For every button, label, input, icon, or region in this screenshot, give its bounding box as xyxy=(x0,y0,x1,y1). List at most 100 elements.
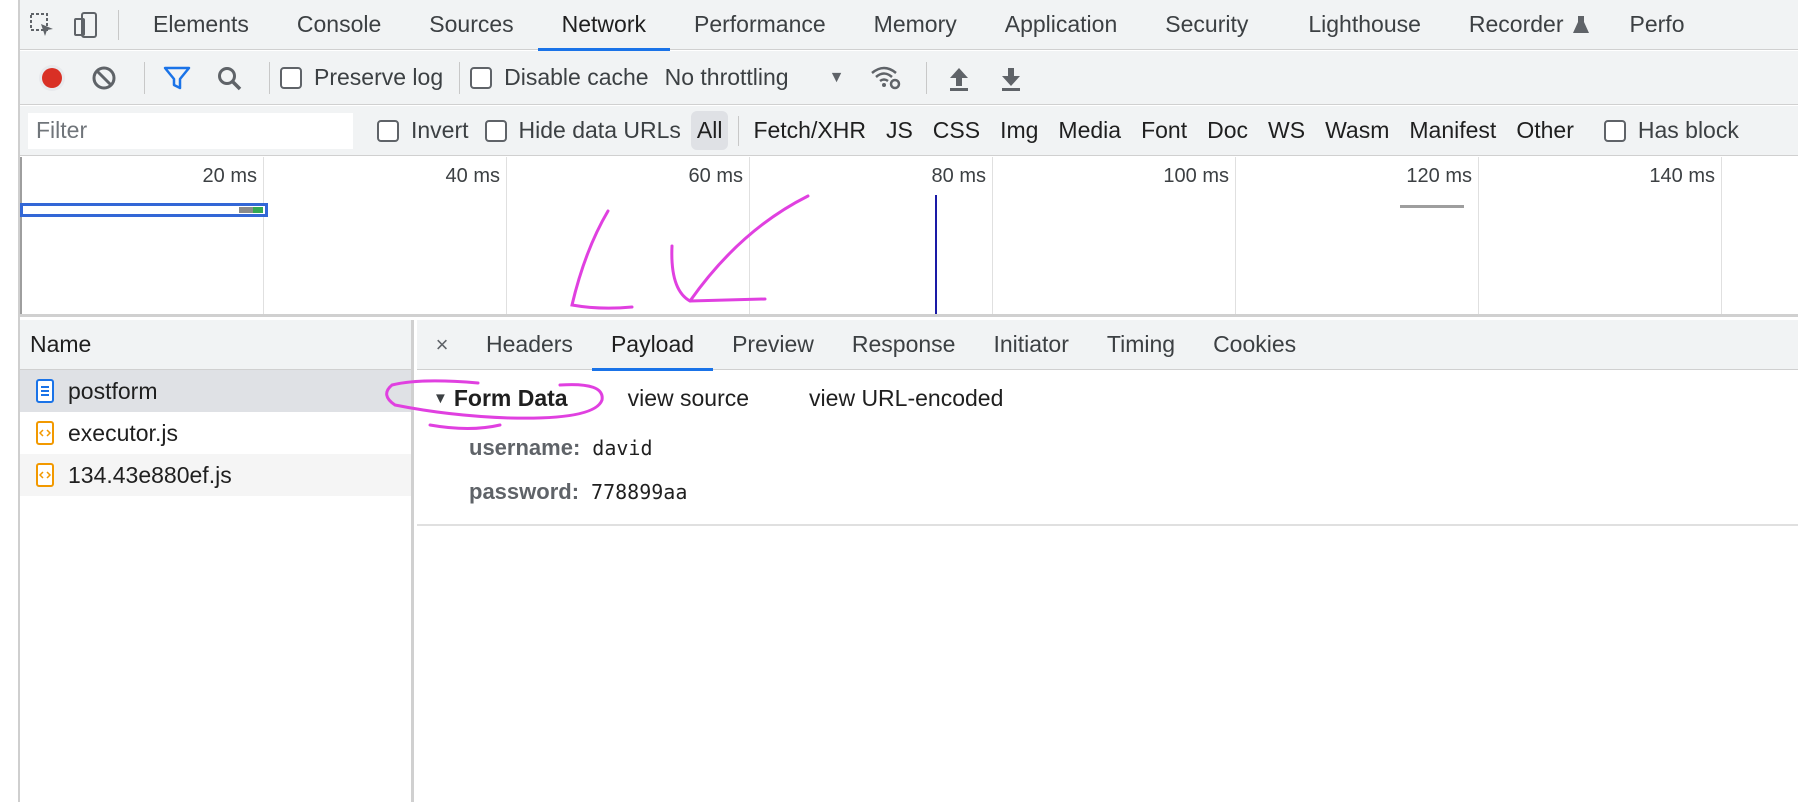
filter-icon[interactable] xyxy=(155,56,199,100)
separator xyxy=(738,115,740,146)
form-field-value: 778899aa xyxy=(591,480,688,504)
tab-recorder[interactable]: Recorder xyxy=(1445,0,1596,50)
timeline-tick-label: 80 ms xyxy=(931,165,986,187)
preserve-log-checkbox[interactable]: Preserve log xyxy=(280,64,443,91)
separator xyxy=(459,61,461,94)
timeline-tick-label: 100 ms xyxy=(1163,165,1229,187)
tab-application[interactable]: Application xyxy=(981,0,1142,50)
type-filter-manifest[interactable]: Manifest xyxy=(1399,111,1506,150)
timeline-tick-label: 120 ms xyxy=(1406,165,1472,187)
form-data-header: ▼ Form Data view source view URL-encoded xyxy=(417,370,1798,426)
form-data-title[interactable]: Form Data xyxy=(454,385,568,412)
throttling-value: No throttling xyxy=(664,64,789,90)
timeline-request-bar xyxy=(20,203,268,217)
form-field-key: username: xyxy=(469,435,581,460)
disable-cache-checkbox[interactable]: Disable cache xyxy=(470,64,649,91)
script-file-icon xyxy=(36,463,54,487)
flask-icon xyxy=(1572,15,1589,33)
type-filter-img[interactable]: Img xyxy=(990,111,1048,150)
network-conditions-icon[interactable] xyxy=(864,56,908,100)
tab-memory[interactable]: Memory xyxy=(850,0,981,50)
type-filter-media[interactable]: Media xyxy=(1048,111,1131,150)
triangle-down-icon[interactable]: ▼ xyxy=(433,390,448,407)
tab-performance-insights[interactable]: Perfo xyxy=(1596,0,1709,50)
tab-lighthouse[interactable]: Lighthouse xyxy=(1284,0,1445,50)
hide-data-urls-checkbox[interactable]: Hide data URLs xyxy=(484,117,681,144)
timeline-gridline xyxy=(506,157,507,314)
device-toolbar-icon[interactable] xyxy=(64,0,108,50)
timeline-tick-label: 20 ms xyxy=(202,165,257,187)
details-tabbar: × Headers Payload Preview Response Initi… xyxy=(417,320,1798,371)
tab-headers[interactable]: Headers xyxy=(467,320,592,370)
invert-checkbox[interactable]: Invert xyxy=(377,117,469,144)
tab-performance[interactable]: Performance xyxy=(670,0,850,50)
left-edge xyxy=(0,0,20,802)
export-har-icon[interactable] xyxy=(989,56,1033,100)
form-field-value: david xyxy=(592,436,653,460)
tab-network[interactable]: Network xyxy=(537,0,671,51)
network-filterbar: Invert Hide data URLs All Fetch/XHR JS C… xyxy=(20,106,1798,156)
checkbox-box[interactable] xyxy=(470,66,493,89)
search-icon[interactable] xyxy=(207,56,251,100)
view-url-encoded-link[interactable]: view URL-encoded xyxy=(809,385,1003,412)
tab-elements[interactable]: Elements xyxy=(129,0,273,50)
request-row[interactable]: postform xyxy=(20,370,411,412)
tab-cookies[interactable]: Cookies xyxy=(1194,320,1315,370)
tab-initiator[interactable]: Initiator xyxy=(974,320,1087,370)
type-filter-css[interactable]: CSS xyxy=(923,111,990,150)
tab-payload[interactable]: Payload xyxy=(591,320,714,371)
inspect-element-icon[interactable] xyxy=(20,0,64,50)
throttling-select[interactable]: No throttling ▼ xyxy=(665,64,845,91)
timeline-gridline xyxy=(20,157,22,314)
tab-recorder-label: Recorder xyxy=(1468,11,1564,37)
timeline-bar-download xyxy=(253,207,263,213)
request-row[interactable]: 134.43e880ef.js xyxy=(20,454,411,496)
separator xyxy=(118,9,119,40)
has-blocked-cookies-checkbox[interactable]: Has block xyxy=(1603,117,1739,144)
tab-response[interactable]: Response xyxy=(833,320,975,370)
type-filter-fetch-xhr[interactable]: Fetch/XHR xyxy=(743,111,875,150)
type-filter-wasm[interactable]: Wasm xyxy=(1315,111,1399,150)
request-name: postform xyxy=(68,377,158,404)
clear-icon[interactable] xyxy=(82,56,126,100)
tab-sources[interactable]: Sources xyxy=(405,0,537,50)
tab-timing[interactable]: Timing xyxy=(1088,320,1194,370)
tab-security[interactable]: Security xyxy=(1141,0,1284,50)
separator xyxy=(269,61,270,94)
form-data-section: ▼ Form Data view source view URL-encoded… xyxy=(417,370,1798,526)
disable-cache-label: Disable cache xyxy=(504,64,649,90)
filter-input[interactable] xyxy=(28,112,353,149)
separator xyxy=(144,61,145,94)
timeline-gridline xyxy=(1478,157,1479,314)
tab-console[interactable]: Console xyxy=(273,0,405,50)
type-filter-ws[interactable]: WS xyxy=(1258,111,1315,150)
document-icon xyxy=(36,379,54,403)
checkbox-box[interactable] xyxy=(1603,119,1626,142)
view-source-link[interactable]: view source xyxy=(628,385,749,412)
name-column-header[interactable]: Name xyxy=(20,320,411,370)
type-filter-doc[interactable]: Doc xyxy=(1197,111,1258,150)
timeline-tick-label: 140 ms xyxy=(1649,165,1715,187)
record-icon[interactable] xyxy=(30,56,74,100)
timeline-tick-label: 40 ms xyxy=(445,165,500,187)
timeline-tick-label: 60 ms xyxy=(688,165,743,187)
checkbox-box[interactable] xyxy=(377,119,399,142)
invert-label: Invert xyxy=(411,117,469,143)
separator xyxy=(926,61,928,94)
request-row[interactable]: executor.js xyxy=(20,412,411,454)
form-field-key: password: xyxy=(469,479,580,504)
type-filter-font[interactable]: Font xyxy=(1131,111,1197,150)
timeline-gridline xyxy=(1721,157,1722,314)
tab-preview[interactable]: Preview xyxy=(713,320,833,370)
request-name: 134.43e880ef.js xyxy=(68,461,232,488)
close-icon[interactable]: × xyxy=(417,332,467,358)
checkbox-box[interactable] xyxy=(484,119,507,142)
timeline-dcl-marker xyxy=(935,195,937,314)
import-har-icon[interactable] xyxy=(937,56,981,100)
type-filter-other[interactable]: Other xyxy=(1506,111,1584,150)
network-overview-timeline[interactable]: 20 ms 40 ms 60 ms 80 ms 100 ms 120 ms 14… xyxy=(20,157,1798,317)
type-filter-all[interactable]: All xyxy=(690,111,729,150)
checkbox-box[interactable] xyxy=(280,66,302,89)
script-file-icon xyxy=(36,421,54,445)
type-filter-js[interactable]: JS xyxy=(876,111,923,150)
